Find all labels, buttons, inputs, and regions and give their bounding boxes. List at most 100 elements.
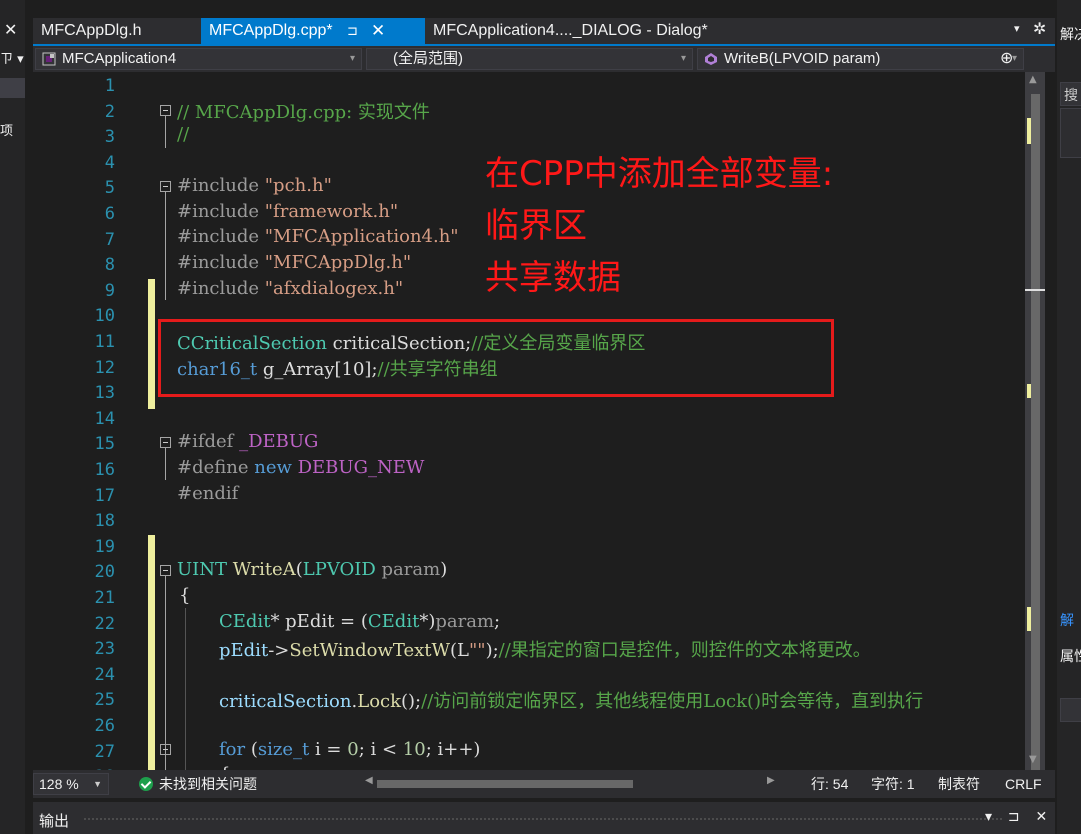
output-title: 输出 bbox=[39, 813, 70, 830]
comment: //果指定的窗口是控件，则控件的文本将更改。 bbox=[498, 640, 871, 661]
scrollbar-thumb[interactable] bbox=[1031, 94, 1040, 774]
punctuation: ) bbox=[440, 559, 448, 580]
gear-icon[interactable]: ✲ bbox=[1033, 19, 1046, 38]
line-number: 8 bbox=[104, 255, 115, 276]
properties-toolbar-button[interactable] bbox=[1060, 698, 1081, 722]
vertical-scrollbar[interactable]: ▲ ▼ bbox=[1025, 72, 1045, 774]
project-dropdown[interactable]: MFCApplication4 ▾ bbox=[35, 48, 362, 70]
line-number: 6 bbox=[104, 204, 115, 224]
collapse-toggle[interactable] bbox=[160, 105, 171, 116]
tab-label: MFCApplication4...._DIALOG - Dialog* bbox=[433, 22, 708, 39]
line-number: 13 bbox=[94, 383, 115, 404]
tab-mfcappdlg-cpp[interactable]: MFCAppDlg.cpp* ⊐ ✕ bbox=[201, 18, 425, 44]
horizontal-scrollbar[interactable]: ◀ ▶ bbox=[363, 775, 775, 790]
identifier: criticalSection bbox=[219, 691, 352, 712]
selected-row[interactable] bbox=[0, 78, 25, 98]
code-line-17: #endif bbox=[177, 483, 238, 504]
solution-explorer-title: 解决 bbox=[1060, 26, 1081, 42]
line-number: 27 bbox=[94, 741, 115, 762]
tab-dialog-resource[interactable]: MFCApplication4...._DIALOG - Dialog* bbox=[425, 18, 715, 44]
panel-link[interactable]: 解 bbox=[1060, 610, 1074, 630]
comment: //访问前锁定临界区，其他线程使用Lock()时会等待，直到执行 bbox=[421, 691, 924, 712]
line-number: 22 bbox=[94, 613, 115, 634]
char-indicator[interactable]: 字符: 1 bbox=[871, 770, 915, 798]
panel-controls[interactable]: ▾ ⊐ ✕ bbox=[985, 808, 1053, 825]
tree-area[interactable] bbox=[1060, 108, 1081, 158]
code-line-20: UINT WriteA(LPVOID param) bbox=[177, 559, 447, 580]
output-panel-header: 输出 ▾ ⊐ ✕ bbox=[33, 802, 1055, 834]
line-number: 3 bbox=[104, 127, 115, 148]
tab-list-dropdown-icon[interactable]: ▾ bbox=[1014, 22, 1020, 35]
pin-icon[interactable]: ⊐ bbox=[347, 18, 358, 44]
solution-panel-edge: ✕ ㄗ ▾ 项 bbox=[0, 0, 25, 834]
line-number: 26 bbox=[94, 716, 115, 736]
change-overview-marker bbox=[1027, 607, 1031, 631]
code-line-15: #ifdef _DEBUG bbox=[177, 431, 318, 452]
member-name: WriteB(LPVOID param) bbox=[724, 50, 881, 67]
line-number: 11 bbox=[94, 332, 115, 352]
issues-indicator[interactable]: 未找到相关问题 bbox=[139, 770, 257, 798]
outline-line bbox=[165, 448, 166, 480]
collapse-toggle[interactable] bbox=[160, 181, 171, 192]
include-directive: #include bbox=[177, 175, 260, 196]
code-line-5: #include "pch.h" bbox=[177, 175, 332, 196]
member-dropdown[interactable]: WriteB(LPVOID param) ▾ bbox=[697, 48, 1024, 70]
change-marker bbox=[148, 279, 155, 409]
line-number: 2 bbox=[104, 101, 115, 122]
code-text: (); bbox=[401, 691, 422, 712]
code-text: ; bbox=[494, 611, 501, 632]
tab-label: MFCAppDlg.cpp* bbox=[209, 22, 333, 39]
scroll-right-icon[interactable]: ▶ bbox=[767, 775, 775, 786]
indent-indicator[interactable]: 制表符 bbox=[938, 770, 980, 798]
chevron-down-icon: ▼ bbox=[93, 779, 102, 789]
code-text: ; i < bbox=[358, 739, 403, 760]
search-box[interactable]: 搜 bbox=[1060, 82, 1081, 106]
collapse-toggle[interactable] bbox=[160, 744, 171, 755]
line-number: 15 bbox=[94, 434, 115, 455]
scroll-up-icon[interactable]: ▲ bbox=[1029, 74, 1037, 85]
parameter: param bbox=[435, 611, 495, 632]
project-icon bbox=[42, 52, 56, 66]
type-name: CEdit bbox=[367, 611, 420, 632]
panel-item-label[interactable]: 项 bbox=[0, 120, 13, 139]
collapse-toggle[interactable] bbox=[160, 565, 171, 576]
code-line-2: // MFCAppDlg.cpp: 实现文件 bbox=[177, 102, 430, 123]
function-name: WriteA bbox=[227, 559, 296, 580]
scroll-left-icon[interactable]: ◀ bbox=[365, 775, 373, 786]
line-ending-indicator[interactable]: CRLF bbox=[1005, 770, 1042, 798]
chevron-down-icon: ▾ bbox=[680, 53, 686, 64]
code-line-7: #include "MFCApplication4.h" bbox=[177, 226, 459, 247]
close-icon[interactable]: ✕ bbox=[4, 20, 17, 39]
include-directive: #include bbox=[177, 201, 260, 222]
outline-line bbox=[165, 116, 166, 148]
code-line-21: { bbox=[179, 585, 191, 606]
keyword: for bbox=[219, 739, 246, 760]
scroll-down-icon[interactable]: ▼ bbox=[1029, 754, 1037, 765]
code-text: -> bbox=[268, 640, 290, 661]
split-editor-icon[interactable]: ⊕ bbox=[1000, 48, 1013, 67]
scope-dropdown[interactable]: (全局范围) ▾ bbox=[366, 48, 693, 70]
macro-name: DEBUG_NEW bbox=[291, 457, 425, 478]
outline-line bbox=[165, 192, 166, 300]
include-path: "afxdialogex.h" bbox=[264, 278, 404, 299]
change-overview-marker bbox=[1027, 118, 1031, 144]
collapse-toggle[interactable] bbox=[160, 437, 171, 448]
preprocessor-keyword: #ifdef bbox=[177, 431, 234, 452]
function-icon bbox=[705, 53, 717, 65]
parameter: param bbox=[375, 559, 441, 580]
indent-guide bbox=[185, 608, 186, 770]
scrollbar-thumb[interactable] bbox=[377, 780, 633, 788]
zoom-dropdown[interactable]: 128 % ▼ bbox=[33, 773, 109, 795]
type-name: size_t bbox=[257, 739, 310, 760]
code-line-23: pEdit->SetWindowTextW(L"");//果指定的窗口是控件，则… bbox=[219, 636, 871, 662]
pin-icon[interactable]: ㄗ ▾ bbox=[0, 48, 24, 67]
close-icon[interactable]: ✕ bbox=[371, 18, 385, 44]
properties-title: 属性 bbox=[1060, 648, 1081, 664]
line-indicator[interactable]: 行: 54 bbox=[811, 770, 848, 798]
tab-mfcappdlg-h[interactable]: MFCAppDlg.h bbox=[33, 18, 201, 44]
panel-grip[interactable] bbox=[83, 817, 1003, 821]
tab-label: MFCAppDlg.h bbox=[41, 22, 142, 39]
highlight-box bbox=[158, 319, 834, 397]
line-number: 12 bbox=[94, 357, 115, 378]
code-line-3: // bbox=[177, 124, 190, 145]
